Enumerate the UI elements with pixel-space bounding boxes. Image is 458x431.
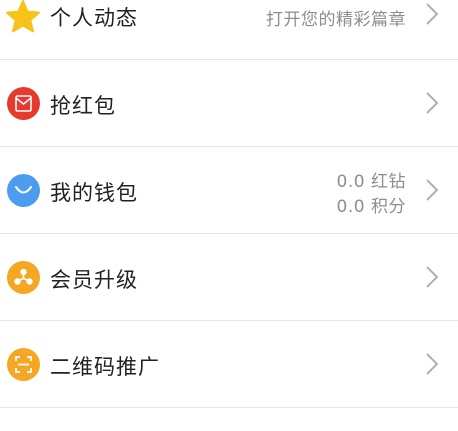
qr-scan-icon <box>7 348 40 381</box>
menu-item-label: 个人动态 <box>50 6 138 30</box>
menu-item-label: 我的钱包 <box>50 181 138 205</box>
chevron-right-icon <box>426 3 439 25</box>
points-balance: 0.0 积分 <box>336 197 406 217</box>
chevron-right-icon <box>426 179 439 201</box>
member-upgrade-icon <box>7 261 40 294</box>
menu-item-label: 抢红包 <box>50 94 116 118</box>
menu-item-member-upgrade[interactable]: 会员升级 <box>0 234 458 320</box>
menu-item-red-envelope[interactable]: 抢红包 <box>0 60 458 146</box>
menu-item-next-partial[interactable] <box>0 408 458 431</box>
red-envelope-icon <box>7 87 40 120</box>
menu-item-label: 会员升级 <box>50 268 138 292</box>
chevron-right-icon <box>426 353 439 375</box>
chevron-right-icon <box>426 92 439 114</box>
red-diamond-balance: 0.0 红钻 <box>336 172 406 192</box>
menu-item-hint: 打开您的精彩篇章 <box>266 10 406 30</box>
menu-item-qr-promotion[interactable]: 二维码推广 <box>0 321 458 407</box>
star-icon <box>5 0 41 35</box>
menu-item-wallet[interactable]: 我的钱包 0.0 红钻 0.0 积分 <box>0 147 458 233</box>
chevron-right-icon <box>426 266 439 288</box>
wallet-smile-icon <box>7 174 40 207</box>
menu-item-label: 二维码推广 <box>50 355 160 379</box>
menu-item-personal-feed[interactable]: 个人动态 打开您的精彩篇章 <box>0 0 458 58</box>
profile-menu-list: 个人动态 打开您的精彩篇章 抢红包 我的钱包 0.0 红钻 0.0 积分 会员升… <box>0 0 458 431</box>
